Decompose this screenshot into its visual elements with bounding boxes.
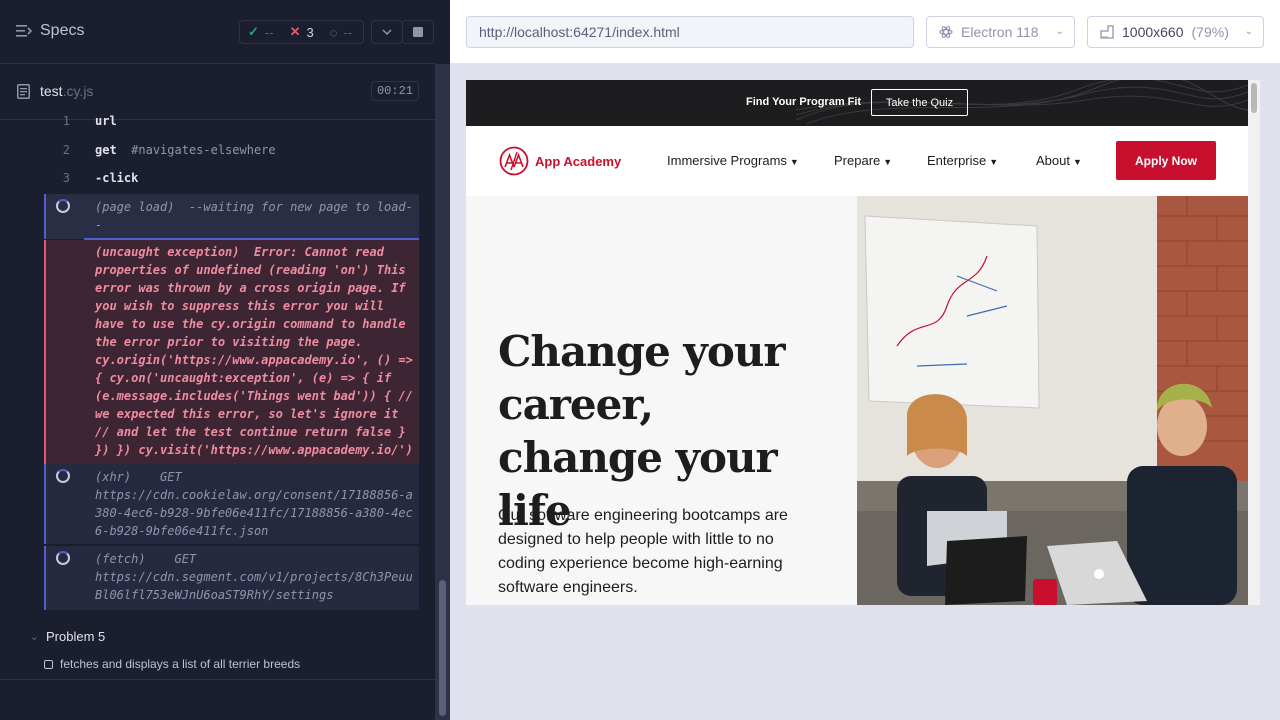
nav-enterprise[interactable]: Enterprise ▼ — [927, 153, 998, 168]
suite-title[interactable]: Problem 5 — [46, 629, 105, 644]
loading-spinner-icon — [56, 199, 70, 213]
chevron-down-icon: ⌄ — [1244, 26, 1253, 37]
page-load-text: (page load) --waiting for new page to lo… — [95, 200, 413, 232]
aut-iframe: Find Your Program Fit Take the Quiz App … — [466, 80, 1248, 605]
chevron-down-icon[interactable]: ⌄ — [30, 632, 38, 643]
promo-text: Find Your Program Fit — [746, 96, 862, 108]
reporter-panel: Specs ✓ -- ✕ 3 ◌ -- test.cy.js 00:21 1 u… — [0, 0, 435, 720]
command-name: get #navigates-elsewhere — [95, 143, 276, 157]
xhr-text: (xhr) GET https://cdn.cookielaw.org/cons… — [95, 470, 413, 538]
hero-photo — [857, 196, 1248, 605]
nav-label: Immersive Programs — [667, 153, 787, 168]
electron-icon — [939, 26, 953, 38]
command-number: 3 — [62, 171, 70, 185]
page-load-row[interactable]: (page load) --waiting for new page to lo… — [44, 194, 419, 239]
promo-banner: Find Your Program Fit Take the Quiz — [466, 80, 1248, 126]
x-icon: ✕ — [289, 24, 301, 39]
ruler-icon — [1100, 25, 1114, 39]
aut-header: http://localhost:64271/index.html Electr… — [450, 0, 1280, 64]
stop-icon — [413, 27, 423, 37]
zoom-level: (79%) — [1191, 24, 1229, 40]
command-number: 2 — [62, 143, 70, 157]
test-stats: ✓ -- ✕ 3 ◌ -- — [239, 20, 364, 44]
nav-immersive-programs[interactable]: Immersive Programs ▼ — [667, 153, 799, 168]
spec-duration: 00:21 — [371, 81, 419, 101]
chevron-down-icon — [382, 29, 392, 35]
nav-label: About — [1036, 153, 1070, 168]
specs-button[interactable]: Specs — [16, 22, 84, 40]
viewport-selector[interactable]: 1000x660 (79%) ⌄ — [1087, 16, 1264, 48]
test-title[interactable]: fetches and displays a list of all terri… — [60, 657, 300, 671]
fetch-text: (fetch) GET https://cdn.segment.com/v1/p… — [95, 552, 413, 602]
app-academy-logo[interactable]: App Academy — [499, 146, 621, 176]
chevron-down-icon: ▼ — [883, 157, 893, 167]
aa-logo-icon — [499, 146, 529, 176]
expand-button[interactable] — [371, 20, 403, 44]
fetch-row[interactable]: (fetch) GET https://cdn.segment.com/v1/p… — [44, 546, 419, 610]
reporter-scroll-thumb[interactable] — [439, 580, 446, 716]
nav-label: Prepare — [834, 153, 881, 168]
xhr-row[interactable]: (xhr) GET https://cdn.cookielaw.org/cons… — [44, 464, 419, 544]
spec-file-basename: test — [40, 83, 63, 99]
take-quiz-button[interactable]: Take the Quiz — [871, 89, 968, 116]
test-status-icon — [44, 660, 53, 669]
apply-now-button[interactable]: Apply Now — [1116, 141, 1216, 180]
failed-stat: ✕ 3 — [282, 21, 322, 43]
error-row[interactable]: (uncaught exception) Error: Cannot read … — [44, 240, 419, 464]
chevron-down-icon: ⌄ — [1055, 26, 1064, 37]
passed-stat: ✓ -- — [240, 21, 282, 43]
nav-about[interactable]: About ▼ — [1036, 153, 1082, 168]
browser-selector[interactable]: Electron 118 ⌄ — [926, 16, 1075, 48]
nav-label: Enterprise — [927, 153, 987, 168]
loading-spinner-icon — [56, 469, 70, 483]
pending-icon: ◌ — [329, 24, 338, 40]
loading-spinner-icon — [56, 551, 70, 565]
pending-stat: ◌ -- — [322, 21, 360, 43]
chevron-down-icon: ▼ — [989, 157, 999, 167]
logo-text: App Academy — [535, 153, 622, 169]
command-name: -click — [95, 171, 139, 185]
passed-count: -- — [264, 24, 274, 40]
specs-list-icon — [16, 25, 32, 37]
failed-count: 3 — [306, 24, 314, 40]
check-icon: ✓ — [248, 24, 259, 39]
chevron-down-icon: ▼ — [1072, 157, 1082, 167]
nav-prepare[interactable]: Prepare ▼ — [834, 153, 892, 168]
url-field[interactable]: http://localhost:64271/index.html — [466, 16, 914, 48]
viewport-size: 1000x660 — [1122, 24, 1184, 40]
error-message: (uncaught exception) Error: Cannot read … — [95, 245, 421, 457]
spec-file-name[interactable]: test.cy.js — [40, 83, 93, 99]
stop-button[interactable] — [402, 20, 434, 44]
browser-name: Electron 118 — [961, 24, 1039, 40]
pending-count: -- — [343, 24, 353, 40]
command-name: url — [95, 114, 117, 128]
students-photo — [857, 196, 1248, 605]
command-method: get — [95, 143, 117, 157]
aut-scroll-thumb[interactable] — [1251, 83, 1257, 113]
cypress-runner: Specs ✓ -- ✕ 3 ◌ -- test.cy.js 00:21 1 u… — [0, 0, 1280, 720]
command-selector: #navigates-elsewhere — [131, 143, 276, 157]
specs-label: Specs — [40, 22, 85, 39]
spec-file-ext: .cy.js — [62, 83, 94, 99]
file-icon — [17, 84, 30, 99]
chevron-down-icon: ▼ — [789, 157, 799, 167]
hero-subtitle: Our software engineering bootcamps are d… — [498, 507, 788, 596]
aut-scrollbar[interactable] — [1248, 80, 1260, 605]
command-number: 1 — [62, 114, 70, 128]
